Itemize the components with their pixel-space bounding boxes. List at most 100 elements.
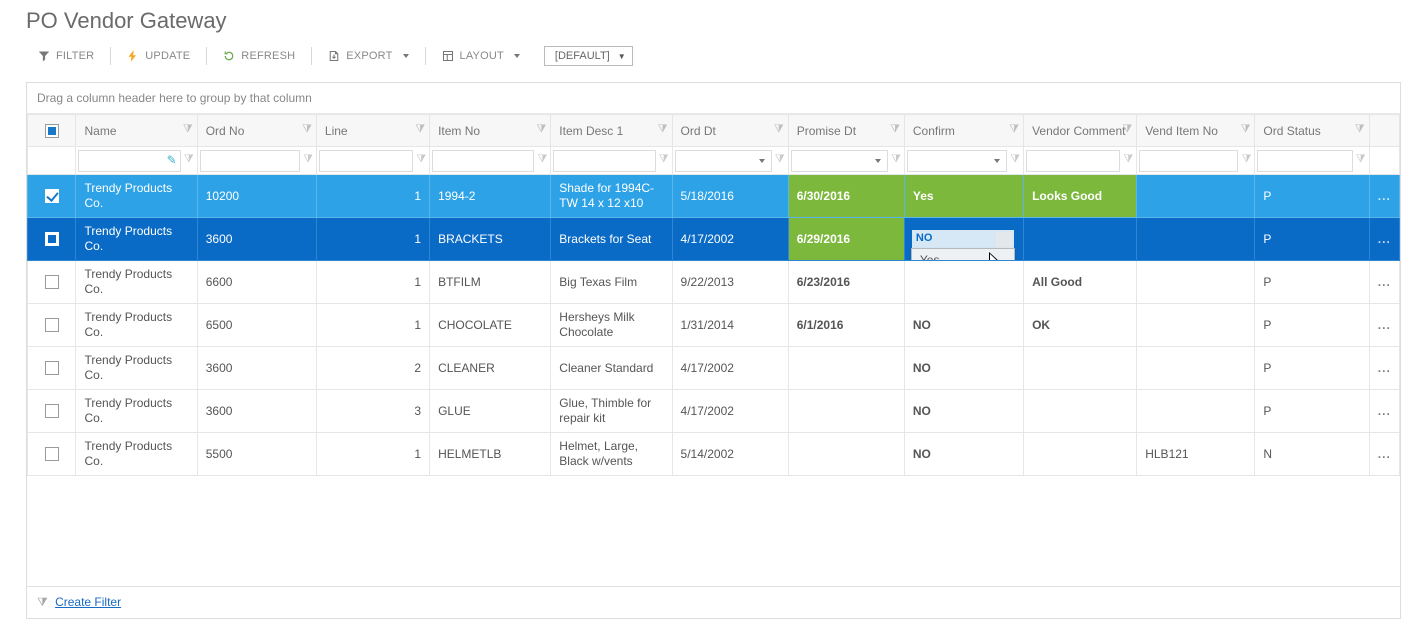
- filter-icon[interactable]: ⧩: [537, 153, 547, 166]
- filter-ord-no[interactable]: [200, 150, 300, 172]
- col-header-item-no[interactable]: Item No⧩: [430, 115, 551, 147]
- table-row[interactable]: Trendy Products Co.36002CLEANERCleaner S…: [28, 347, 1400, 390]
- cell-confirm[interactable]: NO: [904, 390, 1023, 433]
- cell-ord-dt[interactable]: 4/17/2002: [672, 390, 788, 433]
- cell-vendor-comment[interactable]: [1024, 390, 1137, 433]
- filter-icon[interactable]: ⧩: [891, 153, 901, 166]
- cell-ord-status[interactable]: P: [1255, 304, 1369, 347]
- row-actions[interactable]: ...: [1369, 347, 1399, 390]
- row-select-cell[interactable]: [28, 175, 76, 218]
- col-header-ord-status[interactable]: Ord Status⧩: [1255, 115, 1369, 147]
- cell-ord-no[interactable]: 3600: [197, 347, 316, 390]
- cell-promise-dt[interactable]: 6/23/2016: [788, 261, 904, 304]
- row-select-cell[interactable]: [28, 218, 76, 261]
- cell-ord-dt[interactable]: 4/17/2002: [672, 218, 788, 261]
- col-header-select[interactable]: [28, 115, 76, 147]
- cell-ord-no[interactable]: 6600: [197, 261, 316, 304]
- ellipsis-icon[interactable]: ...: [1370, 275, 1399, 289]
- cell-promise-dt[interactable]: 6/30/2016: [788, 175, 904, 218]
- filter-button[interactable]: FILTER: [26, 44, 106, 68]
- row-actions[interactable]: ...: [1369, 390, 1399, 433]
- cell-confirm[interactable]: Yes: [904, 175, 1023, 218]
- col-header-promise-dt[interactable]: Promise Dt⧩: [788, 115, 904, 147]
- filter-icon[interactable]: ⧩: [1241, 123, 1251, 136]
- cell-line[interactable]: 2: [316, 347, 429, 390]
- cell-vend-item-no[interactable]: [1137, 390, 1255, 433]
- cell-promise-dt[interactable]: 6/29/2016: [788, 218, 904, 261]
- cell-promise-dt[interactable]: [788, 390, 904, 433]
- cell-name[interactable]: Trendy Products Co.: [76, 175, 197, 218]
- filter-icon[interactable]: ⧩: [1355, 123, 1365, 136]
- ellipsis-icon[interactable]: ...: [1370, 447, 1399, 461]
- table-row[interactable]: Trendy Products Co.55001HELMETLBHelmet, …: [28, 433, 1400, 476]
- filter-icon[interactable]: ⧩: [1356, 153, 1366, 166]
- cell-line[interactable]: 1: [316, 433, 429, 476]
- row-checkbox[interactable]: [45, 232, 59, 246]
- table-row[interactable]: Trendy Products Co.66001BTFILMBig Texas …: [28, 261, 1400, 304]
- row-checkbox[interactable]: [45, 189, 59, 203]
- col-header-ord-no[interactable]: Ord No⧩: [197, 115, 316, 147]
- col-header-ord-dt[interactable]: Ord Dt⧩: [672, 115, 788, 147]
- col-header-item-desc[interactable]: Item Desc 1⧩: [551, 115, 672, 147]
- row-actions[interactable]: ...: [1369, 261, 1399, 304]
- cell-ord-no[interactable]: 5500: [197, 433, 316, 476]
- filter-item-no[interactable]: [432, 150, 534, 172]
- layout-button[interactable]: LAYOUT: [430, 44, 532, 68]
- cell-item-desc[interactable]: Big Texas Film: [551, 261, 672, 304]
- cell-line[interactable]: 1: [316, 261, 429, 304]
- cell-item-no[interactable]: HELMETLB: [430, 433, 551, 476]
- cell-item-no[interactable]: BRACKETS: [430, 218, 551, 261]
- cell-ord-no[interactable]: 3600: [197, 390, 316, 433]
- cell-name[interactable]: Trendy Products Co.: [76, 390, 197, 433]
- cell-item-no[interactable]: 1994-2: [430, 175, 551, 218]
- cell-confirm[interactable]: NO: [904, 347, 1023, 390]
- ellipsis-icon[interactable]: ...: [1370, 318, 1399, 332]
- filter-item-desc[interactable]: [553, 150, 655, 172]
- cell-confirm[interactable]: NOYesNo: [904, 218, 1023, 261]
- update-button[interactable]: UPDATE: [115, 44, 202, 68]
- filter-icon[interactable]: ⧩: [416, 153, 426, 166]
- chevron-down-icon[interactable]: [1002, 238, 1008, 242]
- cell-confirm[interactable]: [904, 261, 1023, 304]
- filter-icon[interactable]: ⧩: [536, 123, 546, 136]
- filter-icon[interactable]: ⧩: [658, 123, 668, 136]
- export-button[interactable]: EXPORT: [316, 44, 420, 68]
- row-checkbox[interactable]: [45, 275, 59, 289]
- row-select-cell[interactable]: [28, 304, 76, 347]
- row-checkbox[interactable]: [45, 447, 59, 461]
- group-panel[interactable]: Drag a column header here to group by th…: [27, 83, 1400, 114]
- cell-ord-status[interactable]: P: [1255, 218, 1369, 261]
- row-select-cell[interactable]: [28, 347, 76, 390]
- cell-promise-dt[interactable]: [788, 347, 904, 390]
- cell-ord-dt[interactable]: 5/18/2016: [672, 175, 788, 218]
- filter-icon[interactable]: ⧩: [1010, 153, 1020, 166]
- cell-ord-status[interactable]: P: [1255, 261, 1369, 304]
- cell-vendor-comment[interactable]: [1024, 218, 1137, 261]
- filter-icon[interactable]: ⧩: [659, 153, 669, 166]
- filter-icon[interactable]: ⧩: [183, 123, 193, 136]
- cell-ord-no[interactable]: 3600: [197, 218, 316, 261]
- cell-item-no[interactable]: GLUE: [430, 390, 551, 433]
- ellipsis-icon[interactable]: ...: [1370, 232, 1399, 246]
- filter-icon[interactable]: ⧩: [184, 153, 194, 166]
- cell-confirm[interactable]: NO: [904, 433, 1023, 476]
- col-header-vendor-comment[interactable]: Vendor Comment⧩: [1024, 115, 1137, 147]
- ellipsis-icon[interactable]: ...: [1370, 189, 1399, 203]
- cell-vendor-comment[interactable]: OK: [1024, 304, 1137, 347]
- cell-ord-no[interactable]: 10200: [197, 175, 316, 218]
- confirm-option[interactable]: Yes: [912, 249, 1014, 261]
- cell-vendor-comment[interactable]: [1024, 433, 1137, 476]
- cell-name[interactable]: Trendy Products Co.: [76, 304, 197, 347]
- pin-icon[interactable]: ✎: [167, 153, 177, 167]
- cell-vend-item-no[interactable]: [1137, 175, 1255, 218]
- cell-item-desc[interactable]: Brackets for Seat: [551, 218, 672, 261]
- cell-vend-item-no[interactable]: HLB121: [1137, 433, 1255, 476]
- create-filter-link[interactable]: Create Filter: [55, 595, 121, 609]
- filter-icon[interactable]: ⧩: [303, 153, 313, 166]
- row-actions[interactable]: ...: [1369, 304, 1399, 347]
- table-row[interactable]: Trendy Products Co.36001BRACKETSBrackets…: [28, 218, 1400, 261]
- col-header-line[interactable]: Line⧩: [316, 115, 429, 147]
- row-checkbox[interactable]: [45, 404, 59, 418]
- row-select-cell[interactable]: [28, 433, 76, 476]
- cell-vend-item-no[interactable]: [1137, 261, 1255, 304]
